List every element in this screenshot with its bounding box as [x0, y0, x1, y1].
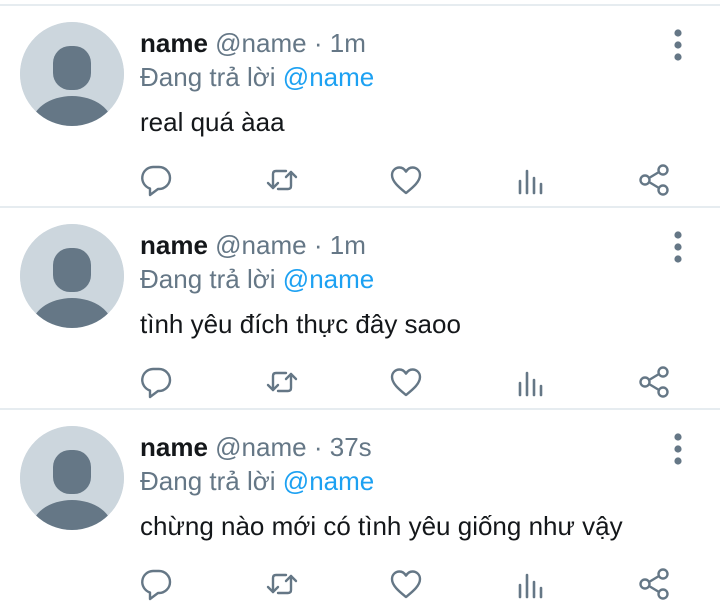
reply-mention-link[interactable]: @name: [283, 62, 374, 92]
reply-mention-link[interactable]: @name: [283, 466, 374, 496]
more-options-button[interactable]: [664, 230, 692, 264]
reply-icon: [141, 367, 172, 399]
user-handle: @name: [215, 230, 307, 260]
tweet-header: name @name · 37s: [140, 430, 372, 464]
user-handle: @name: [215, 28, 307, 58]
tweet-text: real quá àaa: [140, 107, 285, 137]
avatar[interactable]: [20, 22, 124, 126]
display-name[interactable]: name: [140, 230, 208, 260]
reply-prefix: Đang trả lời: [140, 62, 276, 92]
share-icon: [639, 568, 669, 600]
retweet-button[interactable]: [264, 566, 300, 602]
share-button[interactable]: [636, 364, 672, 400]
tweet-text: chừng nào mới có tình yêu giống như vậy: [140, 511, 623, 541]
analytics-icon: [518, 169, 543, 195]
tweet[interactable]: name @name · 1m Đang trả lời @name real …: [0, 6, 720, 208]
default-profile-icon: [20, 426, 124, 530]
like-button[interactable]: [388, 364, 424, 400]
default-profile-icon: [20, 224, 124, 328]
tweet-text: tình yêu đích thực đây saoo: [140, 309, 461, 339]
tweet-header: name @name · 1m: [140, 26, 366, 60]
more-vertical-icon: [674, 231, 682, 263]
retweet-button[interactable]: [264, 162, 300, 198]
reply-prefix: Đang trả lời: [140, 264, 276, 294]
tweet[interactable]: name @name · 1m Đang trả lời @name tình …: [0, 208, 720, 410]
analytics-icon: [518, 371, 543, 397]
separator-dot: ·: [313, 28, 323, 58]
share-icon: [639, 366, 669, 398]
separator-dot: ·: [313, 230, 323, 260]
analytics-button[interactable]: [512, 566, 548, 602]
avatar[interactable]: [20, 426, 124, 530]
display-name[interactable]: name: [140, 28, 208, 58]
more-vertical-icon: [674, 29, 682, 61]
heart-icon: [390, 570, 422, 599]
analytics-button[interactable]: [512, 162, 548, 198]
share-icon: [639, 164, 669, 196]
reply-icon: [141, 569, 172, 601]
more-vertical-icon: [674, 433, 682, 465]
share-button[interactable]: [636, 566, 672, 602]
analytics-button[interactable]: [512, 364, 548, 400]
retweet-icon: [266, 169, 298, 191]
tweet[interactable]: name @name · 37s Đang trả lời @name chừn…: [0, 410, 720, 612]
heart-icon: [390, 368, 422, 397]
tweet-actions: [0, 358, 720, 406]
reply-context: Đang trả lời @name: [140, 464, 374, 498]
like-button[interactable]: [388, 162, 424, 198]
timestamp[interactable]: 37s: [330, 432, 372, 462]
reply-button[interactable]: [138, 566, 174, 602]
reply-icon: [141, 165, 172, 197]
timestamp[interactable]: 1m: [330, 230, 366, 260]
tweet-actions: [0, 560, 720, 608]
tweet-header: name @name · 1m: [140, 228, 366, 262]
display-name[interactable]: name: [140, 432, 208, 462]
default-profile-icon: [20, 22, 124, 126]
reply-prefix: Đang trả lời: [140, 466, 276, 496]
more-options-button[interactable]: [664, 432, 692, 466]
reply-mention-link[interactable]: @name: [283, 264, 374, 294]
like-button[interactable]: [388, 566, 424, 602]
analytics-icon: [518, 573, 543, 599]
separator-dot: ·: [313, 432, 323, 462]
reply-context: Đang trả lời @name: [140, 262, 374, 296]
retweet-icon: [266, 371, 298, 393]
more-options-button[interactable]: [664, 28, 692, 62]
share-button[interactable]: [636, 162, 672, 198]
user-handle: @name: [215, 432, 307, 462]
timestamp[interactable]: 1m: [330, 28, 366, 58]
heart-icon: [390, 166, 422, 195]
retweet-button[interactable]: [264, 364, 300, 400]
reply-button[interactable]: [138, 364, 174, 400]
reply-context: Đang trả lời @name: [140, 60, 374, 94]
retweet-icon: [266, 573, 298, 595]
reply-button[interactable]: [138, 162, 174, 198]
tweet-actions: [0, 156, 720, 204]
avatar[interactable]: [20, 224, 124, 328]
